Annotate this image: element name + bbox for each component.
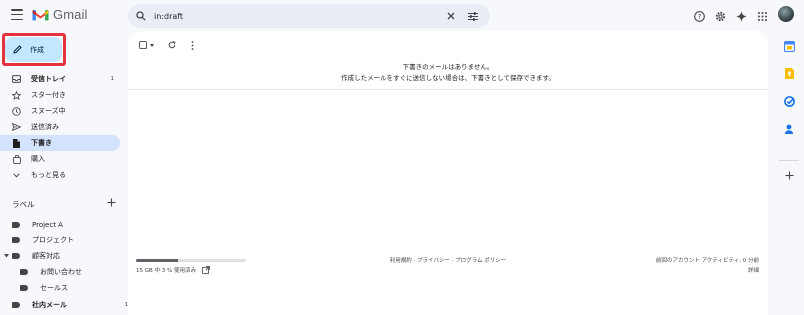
star-icon: [12, 90, 21, 100]
label-item-project-a[interactable]: Project A: [12, 217, 130, 233]
refresh-icon[interactable]: [166, 39, 178, 51]
last-account-activity: 前回のアカウント アクティビティ: 0 分前: [655, 258, 759, 264]
gmail-logo[interactable]: Gmail: [32, 7, 87, 22]
label-item-inquiries[interactable]: お問い合わせ: [20, 264, 120, 280]
label-name: 顧客対応: [32, 252, 60, 260]
main-content: 下書きのメールはありません。 作成したメールをすぐに送信しない場合は、下書きとし…: [128, 31, 768, 315]
shopping-bag-icon: [12, 154, 21, 164]
send-icon: [12, 123, 21, 132]
empty-state-title: 下書きのメールはありません。: [402, 63, 494, 71]
sidebar-item-drafts[interactable]: 下書き: [0, 135, 120, 151]
label-item-sales[interactable]: セールス: [20, 280, 120, 296]
tasks-icon[interactable]: [783, 95, 795, 107]
label-tag-icon: [12, 237, 20, 243]
label-name: お問い合わせ: [40, 268, 82, 276]
sidebar-item-snoozed[interactable]: スヌーズ中: [0, 103, 120, 119]
label-tag-icon: [20, 269, 28, 275]
select-checkbox[interactable]: [136, 39, 156, 51]
gemini-icon[interactable]: [734, 8, 748, 24]
account-avatar[interactable]: [778, 6, 794, 22]
pencil-icon: [13, 45, 22, 54]
sidebar-item-label: もっと見る: [31, 171, 66, 179]
keep-icon[interactable]: [783, 67, 795, 79]
main-menu-icon[interactable]: [11, 9, 23, 20]
svg-text:?: ?: [697, 13, 701, 21]
rail-divider: [779, 160, 799, 161]
expand-arrow-icon[interactable]: [4, 254, 11, 258]
draft-icon: [12, 138, 21, 148]
storage-usage-text: 15 GB 中 3 % 使用済み: [136, 268, 197, 274]
label-name: プロジェクト: [32, 236, 74, 244]
calendar-icon[interactable]: [783, 40, 795, 52]
help-icon[interactable]: ?: [692, 8, 706, 24]
sidebar-item-label: スター付き: [31, 91, 66, 99]
unread-count: 1: [110, 76, 115, 82]
label-item-project[interactable]: プロジェクト: [12, 232, 130, 248]
sidebar-item-more[interactable]: もっと見る: [0, 167, 120, 183]
sidebar-item-inbox[interactable]: 受信トレイ 1: [0, 71, 120, 87]
select-dropdown-icon[interactable]: [149, 43, 154, 47]
plus-icon[interactable]: [106, 197, 116, 207]
clock-icon: [12, 106, 21, 116]
sidebar-item-label: 購入: [31, 155, 45, 163]
search-options-icon[interactable]: [462, 5, 484, 27]
label-tag-icon: [12, 253, 20, 259]
search-bar[interactable]: [128, 4, 490, 28]
label-item-internal-mail[interactable]: 社内メール 1: [12, 297, 130, 313]
list-divider: [128, 89, 768, 90]
label-tag-icon: [12, 222, 20, 228]
label-item-customer-support[interactable]: 顧客対応: [4, 248, 122, 264]
sidebar-item-purchases[interactable]: 購入: [0, 151, 120, 167]
compose-button[interactable]: 作成: [5, 37, 62, 62]
label-name: 社内メール: [32, 301, 67, 309]
activity-details-link[interactable]: 詳細: [748, 266, 759, 274]
search-input[interactable]: [154, 11, 440, 21]
add-addon-icon[interactable]: [783, 169, 795, 181]
clear-icon[interactable]: [440, 5, 462, 27]
compose-label: 作成: [30, 45, 44, 54]
contacts-icon[interactable]: [783, 123, 795, 135]
settings-icon[interactable]: [713, 8, 727, 24]
sidebar-item-label: スヌーズ中: [31, 107, 66, 115]
search-icon[interactable]: [128, 11, 154, 21]
label-tag-icon: [20, 285, 28, 291]
labels-heading: ラベル: [12, 200, 35, 209]
gmail-m-icon: [32, 8, 49, 21]
storage-info: 15 GB 中 3 % 使用済み: [136, 266, 210, 274]
more-vert-icon[interactable]: [186, 39, 198, 51]
apps-grid-icon[interactable]: [756, 8, 768, 24]
sidebar-item-label: 送信済み: [31, 123, 59, 131]
label-tag-icon: [12, 302, 20, 308]
empty-state-description: 作成したメールをすぐに送信しない場合は、下書きとして保存できます。: [341, 74, 555, 82]
chevron-down-icon: [12, 171, 21, 180]
gmail-logo-text: Gmail: [53, 7, 88, 22]
label-name: セールス: [40, 284, 68, 292]
sidebar-item-label: 下書き: [31, 139, 52, 147]
open-in-new-icon[interactable]: [202, 266, 210, 274]
sidebar-item-sent[interactable]: 送信済み: [0, 119, 120, 135]
sidebar-item-label: 受信トレイ: [31, 75, 66, 83]
sidebar-item-starred[interactable]: スター付き: [0, 87, 120, 103]
label-name: Project A: [32, 221, 63, 229]
select-checkbox-icon[interactable]: [138, 41, 147, 49]
inbox-icon: [12, 75, 21, 84]
